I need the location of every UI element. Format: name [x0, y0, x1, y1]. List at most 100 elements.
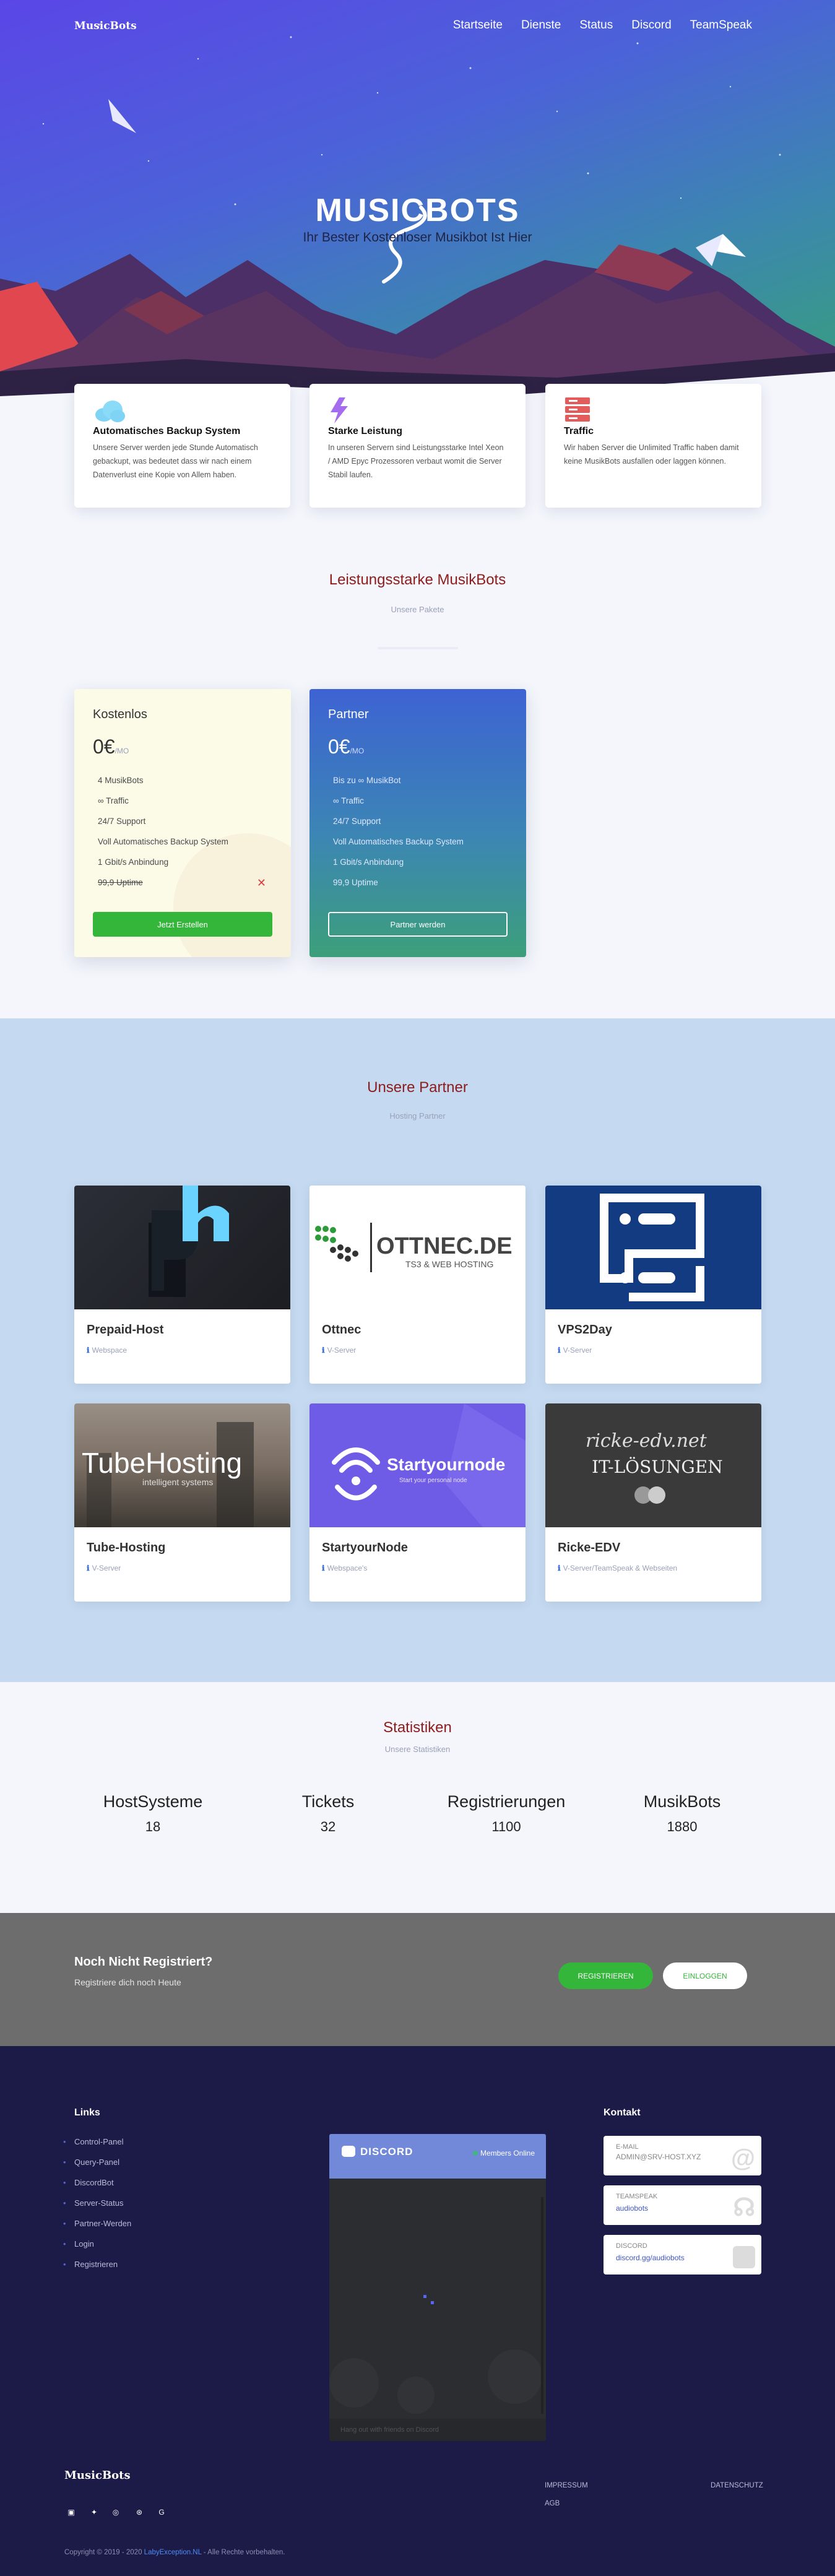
nav-item-dienste[interactable]: Dienste	[521, 19, 561, 32]
partner-card-tube-hosting[interactable]: TubeHosting intelligent systems Tube-Hos…	[74, 1403, 290, 1602]
info-icon: ℹ	[558, 1564, 561, 1572]
list-item: 99,9 Uptime	[333, 878, 378, 887]
discord-icon	[733, 2246, 755, 2268]
footer-link-server-status[interactable]: Server-Status	[63, 2198, 131, 2219]
partner-name: Prepaid-Host	[87, 1323, 164, 1337]
partner-tag: ℹ V-Server	[322, 1346, 357, 1355]
package-card-free: Kostenlos 0€/MO 4 MusikBots ∞ Traffic 24…	[74, 689, 291, 957]
members-online: Members Online	[472, 2149, 535, 2158]
stat-hostsysteme: HostSysteme 18	[103, 1792, 203, 1834]
partner-logo: ricke-edv.net IT-LÖSUNGEN	[545, 1403, 761, 1527]
info-icon: ℹ	[322, 1346, 325, 1355]
partner-name: VPS2Day	[558, 1323, 612, 1337]
nav-item-status[interactable]: Status	[579, 19, 613, 32]
nav-item-teamspeak[interactable]: TeamSpeak	[690, 19, 752, 32]
svg-text:intelligent systems: intelligent systems	[142, 1477, 213, 1487]
agb-link[interactable]: AGB	[545, 2500, 560, 2507]
feature-title: Traffic	[564, 426, 594, 436]
svg-text:Start your personal node: Start your personal node	[399, 1477, 467, 1484]
discord-widget-footer[interactable]: Hang out with friends on Discord	[329, 2419, 546, 2441]
contact-email[interactable]: E-MAIL ADMIN@SRV-HOST.XYZ @	[604, 2136, 761, 2175]
footer-link-login[interactable]: Login	[63, 2239, 131, 2260]
svg-text:Startyournode: Startyournode	[387, 1455, 505, 1474]
contact-discord[interactable]: DISCORD discord.gg/audiobots	[604, 2235, 761, 2275]
instagram-icon[interactable]: ◎	[109, 2505, 123, 2519]
list-item: 24/7 Support	[98, 817, 146, 826]
footer-link-query-panel[interactable]: Query-Panel	[63, 2158, 131, 2178]
footer-logo[interactable]: MusicBots	[64, 2469, 131, 2482]
list-item: ∞ Traffic	[98, 796, 129, 805]
linkedin-icon[interactable]: ▣	[64, 2505, 78, 2519]
list-item: 1 Gbit/s Anbindung	[333, 857, 404, 867]
partner-tag: ℹ Webspace's	[322, 1564, 368, 1572]
partners-title: Unsere Partner	[367, 1079, 468, 1096]
contact-teamspeak[interactable]: TEAMSPEAK audiobots ☊	[604, 2185, 761, 2225]
footer-link-registrieren[interactable]: Registrieren	[63, 2260, 131, 2280]
feature-text: Unsere Server werden jede Stunde Automat…	[93, 443, 258, 479]
hero-title: MUSICBOTS	[315, 193, 520, 228]
svg-text:TubeHosting: TubeHosting	[82, 1447, 242, 1479]
discord-widget-header: DISCORD Members Online	[329, 2134, 546, 2179]
info-icon: ℹ	[87, 1346, 90, 1355]
footer-link-partner-werden[interactable]: Partner-Werden	[63, 2219, 131, 2239]
list-item: Bis zu ∞ MusikBot	[333, 776, 401, 785]
package-name: Partner	[328, 708, 369, 721]
feature-title: Starke Leistung	[328, 426, 403, 436]
discord-widget[interactable]: DISCORD Members Online Hang out with fri…	[329, 2134, 546, 2441]
partner-card-ricke-edv[interactable]: ricke-edv.net IT-LÖSUNGEN Ricke-EDV ℹ V-S…	[545, 1403, 761, 1602]
info-icon: ℹ	[322, 1564, 325, 1572]
nav-item-discord[interactable]: Discord	[631, 19, 671, 32]
partner-logo	[74, 1186, 290, 1309]
partner-card-prepaid-host[interactable]: Prepaid-Host ℹ Webspace	[74, 1186, 290, 1384]
packages-title: Leistungsstarke MusikBots	[329, 571, 506, 588]
svg-text:TS3 & WEB HOSTING: TS3 & WEB HOSTING	[405, 1259, 493, 1269]
copyright-link[interactable]: LabyException.NL	[144, 2549, 202, 2556]
partner-tag: ℹ V-Server/TeamSpeak & Webseiten	[558, 1564, 678, 1572]
list-item: ∞ Traffic	[333, 796, 364, 805]
package-name: Kostenlos	[93, 708, 147, 721]
info-icon: ℹ	[87, 1564, 90, 1572]
footer-link-discordbot[interactable]: DiscordBot	[63, 2178, 131, 2198]
package-features: Bis zu ∞ MusikBot ∞ Traffic 24/7 Support…	[328, 776, 508, 898]
feature-card-performance: Starke Leistung In unseren Servern sind …	[309, 384, 526, 508]
register-button[interactable]: REGISTRIEREN	[558, 1962, 653, 1989]
svg-text:ricke-edv.net: ricke-edv.net	[586, 1430, 707, 1452]
feature-title: Automatisches Backup System	[93, 426, 241, 436]
list-item: Voll Automatisches Backup System	[333, 837, 464, 846]
partner-card-ottnec[interactable]: OTTNEC.DE TS3 & WEB HOSTING Ottnec ℹ V-Se…	[309, 1186, 526, 1384]
hero-subtitle: Ihr Bester Kostenloser Musikbot Ist Hier	[303, 230, 532, 245]
footer-link-control-panel[interactable]: Control-Panel	[63, 2137, 131, 2158]
partner-logo	[545, 1186, 761, 1309]
cta-title: Noch Nicht Registriert?	[74, 1955, 213, 1969]
at-icon: @	[730, 2144, 755, 2172]
partner-card-vps2day[interactable]: VPS2Day ℹ V-Server	[545, 1186, 761, 1384]
footer-links: Control-Panel Query-Panel DiscordBot Ser…	[63, 2137, 131, 2280]
cta-subtitle: Registriere dich noch Heute	[74, 1977, 181, 1987]
package-price: 0€/MO	[93, 735, 129, 758]
partner-name: Tube-Hosting	[87, 1541, 166, 1555]
partner-card-startyournode[interactable]: Startyournode Start your personal node S…	[309, 1403, 526, 1602]
create-button[interactable]: Jetzt Erstellen	[93, 912, 272, 937]
become-partner-button[interactable]: Partner werden	[328, 912, 508, 937]
feature-text: Wir haben Server die Unlimited Traffic h…	[564, 443, 739, 466]
contact-heading: Kontakt	[604, 2107, 641, 2118]
package-features: 4 MusikBots ∞ Traffic 24/7 Support Voll …	[93, 776, 272, 898]
copyright: Copyright © 2019 - 2020 LabyException.NL…	[64, 2549, 285, 2556]
google-icon[interactable]: G	[155, 2505, 168, 2519]
stats-title: Statistiken	[383, 1719, 452, 1736]
nav-logo[interactable]: MusicBots	[74, 20, 137, 32]
impressum-link[interactable]: IMPRESSUM	[545, 2482, 588, 2489]
stat-tickets: Tickets 32	[301, 1792, 355, 1834]
login-button[interactable]: EINLOGGEN	[663, 1962, 747, 1989]
nav-item-startseite[interactable]: Startseite	[453, 19, 503, 32]
twitter-icon[interactable]: ✦	[87, 2505, 101, 2519]
partner-logo: OTTNEC.DE TS3 & WEB HOSTING	[309, 1186, 526, 1309]
feature-text: In unseren Servern sind Leistungsstarke …	[328, 443, 504, 479]
github-icon[interactable]: ⊛	[132, 2505, 146, 2519]
discord-logo: DISCORD	[342, 2146, 413, 2158]
list-item: 1 Gbit/s Anbindung	[98, 857, 169, 867]
partner-tag: ℹ Webspace	[87, 1346, 128, 1355]
datenschutz-link[interactable]: DATENSCHUTZ	[711, 2482, 763, 2489]
partner-logo: TubeHosting intelligent systems	[74, 1403, 290, 1527]
register-cta: Noch Nicht Registriert? Registriere dich…	[0, 1913, 835, 2046]
